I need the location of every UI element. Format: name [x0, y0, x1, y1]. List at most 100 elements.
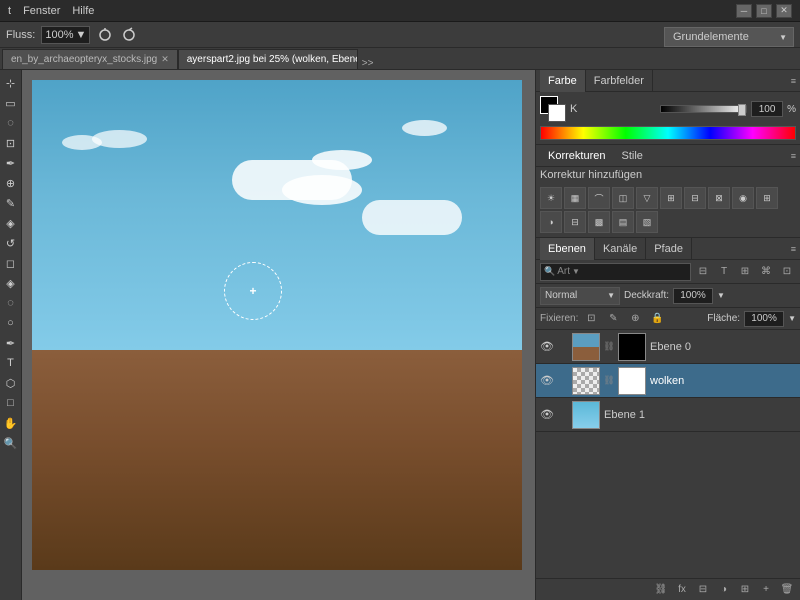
lock-pixels-icon[interactable]: ✎	[604, 310, 622, 328]
korr-curves-icon[interactable]: ⌒	[588, 187, 610, 209]
korr-channel-icon[interactable]: ⊞	[756, 187, 778, 209]
layer-chain-wolken[interactable]: ⛓	[604, 374, 614, 388]
layer-search-box[interactable]: 🔍 Art ▼	[540, 263, 691, 281]
blur-tool[interactable]: ◌	[2, 294, 20, 312]
minimize-button[interactable]: ─	[736, 4, 752, 18]
ebenen-panel-menu-icon[interactable]: ≡	[791, 244, 796, 254]
tab-stile[interactable]: Stile	[613, 145, 650, 167]
layer-row-ebene0[interactable]: 👁 ⛓ Ebene 0	[536, 330, 800, 364]
titlebar-menu: t Fenster Hilfe	[8, 5, 94, 17]
tabs-more-button[interactable]: >>	[358, 58, 378, 69]
korr-brightness-icon[interactable]: ☀	[540, 187, 562, 209]
layer-visibility-ebene0[interactable]: 👁	[540, 340, 554, 354]
layer-filter-icon4[interactable]: ⌘	[757, 263, 775, 281]
layer-mask-wolken[interactable]	[618, 367, 646, 395]
layer-new-button[interactable]: +	[757, 581, 775, 599]
korr-colorbalance-icon[interactable]: ⊟	[684, 187, 706, 209]
tab-farbfelder[interactable]: Farbfelder	[586, 70, 653, 92]
lasso-tool[interactable]: ◌	[2, 114, 20, 132]
blend-mode-select[interactable]: Normal ▼	[540, 287, 620, 305]
korr-posterize-icon[interactable]: ⊟	[564, 211, 586, 233]
brush-tool[interactable]: ✎	[2, 194, 20, 212]
korr-vibrance-icon[interactable]: ▽	[636, 187, 658, 209]
layer-filter-icon1[interactable]: ⊟	[694, 263, 712, 281]
history-tool[interactable]: ↺	[2, 234, 20, 252]
layer-row-wolken[interactable]: 👁 ⛓ wolken	[536, 364, 800, 398]
k-value[interactable]: 100	[751, 101, 783, 117]
korr-bw-icon[interactable]: ⊠	[708, 187, 730, 209]
k-slider-thumb[interactable]	[738, 104, 746, 116]
hand-tool[interactable]: ✋	[2, 414, 20, 432]
move-tool[interactable]: ⊹	[2, 74, 20, 92]
path-tool[interactable]: ⬡	[2, 374, 20, 392]
k-slider[interactable]	[660, 105, 748, 113]
tab-farbe[interactable]: Farbe	[540, 70, 586, 92]
korr-hue-icon[interactable]: ⊞	[660, 187, 682, 209]
crop-tool[interactable]: ⊡	[2, 134, 20, 152]
layer-filter-icon3[interactable]: ⊞	[736, 263, 754, 281]
tab-archaeopteryx[interactable]: en_by_archaeopteryx_stocks.jpg ✕	[2, 49, 178, 69]
stamp-tool[interactable]: ◈	[2, 214, 20, 232]
layer-chain-ebene0[interactable]: ⛓	[604, 340, 614, 354]
tab-pfade[interactable]: Pfade	[646, 238, 692, 260]
layer-mask-ebene0[interactable]	[618, 333, 646, 361]
lock-all-icon[interactable]: 🔒	[648, 310, 666, 328]
flache-value[interactable]: 100%	[744, 311, 784, 327]
color-spectrum[interactable]	[540, 126, 796, 140]
tab-kanale[interactable]: Kanäle	[595, 238, 646, 260]
workspace-box[interactable]: Grundelemente	[664, 27, 794, 47]
type-tool[interactable]: T	[2, 354, 20, 372]
flache-arrow[interactable]: ▼	[788, 314, 796, 323]
menu-item-hilfe[interactable]: Hilfe	[72, 5, 94, 17]
layer-visibility-wolken[interactable]: 👁	[540, 374, 554, 388]
fluss-input[interactable]: 100% ▼	[41, 26, 90, 44]
korr-levels-icon[interactable]: ▦	[564, 187, 586, 209]
layer-mask-button[interactable]: ⊟	[694, 581, 712, 599]
korr-exposure-icon[interactable]: ◫	[612, 187, 634, 209]
search-dropdown-icon[interactable]: ▼	[572, 267, 580, 276]
pen-tool[interactable]: ✒	[2, 334, 20, 352]
tab-korrekturen[interactable]: Korrekturen	[540, 145, 613, 167]
layer-group-button[interactable]: ⊞	[736, 581, 754, 599]
korr-photofilter-icon[interactable]: ◉	[732, 187, 754, 209]
layer-filter-icon5[interactable]: ⊡	[778, 263, 796, 281]
color-panel-menu-icon[interactable]: ≡	[791, 76, 796, 86]
deckkraft-arrow[interactable]: ▼	[717, 291, 725, 300]
korr-gradient-map-icon[interactable]: ▤	[612, 211, 634, 233]
gradient-tool[interactable]: ◈	[2, 274, 20, 292]
fg-bg-color-picker[interactable]	[540, 96, 566, 122]
layer-adjustment-button[interactable]: ◑	[715, 581, 733, 599]
zoom-tool[interactable]: 🔍	[2, 434, 20, 452]
korr-threshold-icon[interactable]: ▩	[588, 211, 610, 233]
tab-ayerspart2[interactable]: ayerspart2.jpg bei 25% (wolken, Ebenenma…	[178, 49, 358, 69]
layer-delete-button[interactable]: 🗑	[778, 581, 796, 599]
lock-transparent-icon[interactable]: ⊡	[582, 310, 600, 328]
deckkraft-value[interactable]: 100%	[673, 288, 713, 304]
heal-tool[interactable]: ⊕	[2, 174, 20, 192]
k-percent: %	[787, 104, 796, 115]
close-button[interactable]: ✕	[776, 4, 792, 18]
korr-invert-icon[interactable]: ◑	[540, 211, 562, 233]
lock-position-icon[interactable]: ⊕	[626, 310, 644, 328]
background-color[interactable]	[548, 104, 566, 122]
menu-item-t[interactable]: t	[8, 5, 11, 17]
workspace-selector[interactable]: Grundelemente	[664, 27, 794, 47]
korr-selective-icon[interactable]: ▧	[636, 211, 658, 233]
layer-visibility-ebene1[interactable]: 👁	[540, 408, 554, 422]
maximize-button[interactable]: □	[756, 4, 772, 18]
airbrush-tool-icon[interactable]	[120, 26, 138, 44]
eyedropper-tool[interactable]: ✒	[2, 154, 20, 172]
eraser-tool[interactable]: ◻	[2, 254, 20, 272]
shape-tool[interactable]: □	[2, 394, 20, 412]
layer-link-button[interactable]: ⛓	[652, 581, 670, 599]
layer-row-ebene1[interactable]: 👁 Ebene 1	[536, 398, 800, 432]
menu-item-fenster[interactable]: Fenster	[23, 5, 60, 17]
layer-filter-icon2[interactable]: T	[715, 263, 733, 281]
brush-tool-icon[interactable]	[96, 26, 114, 44]
dodge-tool[interactable]: ○	[2, 314, 20, 332]
tab-ebenen[interactable]: Ebenen	[540, 238, 595, 260]
korrekturen-menu-icon[interactable]: ≡	[791, 151, 796, 161]
select-tool[interactable]: ▭	[2, 94, 20, 112]
tab-close-0[interactable]: ✕	[161, 54, 169, 65]
layer-style-button[interactable]: fx	[673, 581, 691, 599]
